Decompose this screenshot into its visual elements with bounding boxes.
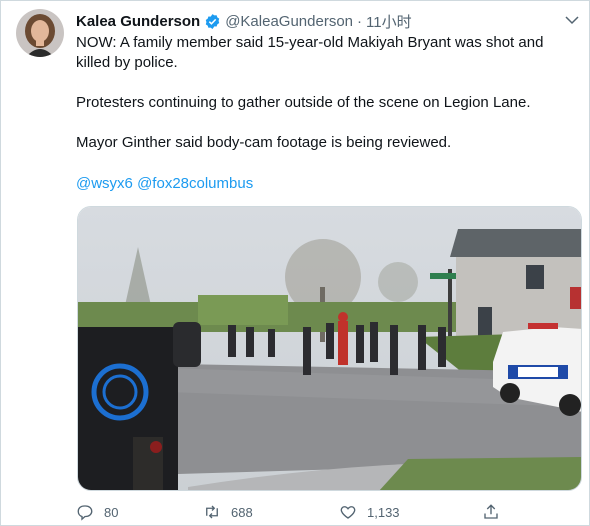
tweet-mentions: @wsyx6 @fox28columbus <box>76 174 253 194</box>
author-name[interactable]: Kalea Gunderson <box>76 13 200 30</box>
reply-count: 80 <box>104 504 119 520</box>
heart-icon <box>340 506 356 519</box>
like-count: 1,133 <box>367 504 400 520</box>
share-icon <box>484 504 498 519</box>
mention-link[interactable]: @wsyx6 <box>76 175 133 192</box>
verified-badge-icon <box>205 13 220 29</box>
reply-button[interactable]: 80 <box>76 503 118 521</box>
tweet-paragraph-1: NOW: A family member said 15-year-old Ma… <box>76 34 544 71</box>
retweet-count: 688 <box>231 504 253 520</box>
tweet-actions: 80 688 1,133 <box>76 501 506 525</box>
reply-icon <box>77 505 93 521</box>
tweet-timestamp[interactable]: 11小时 <box>366 11 412 32</box>
avatar-image <box>16 9 64 57</box>
like-button[interactable]: 1,133 <box>339 503 400 521</box>
media-image <box>78 207 581 490</box>
retweet-icon <box>206 505 218 519</box>
tweet-card[interactable]: Kalea Gunderson @KaleaGunderson · 11小时 N… <box>0 0 590 526</box>
tweet-paragraph-2: Protesters continuing to gather outside … <box>76 94 531 111</box>
share-button[interactable] <box>482 503 510 521</box>
tweet-media[interactable] <box>77 206 582 491</box>
chevron-down-icon[interactable] <box>563 11 581 29</box>
retweet-button[interactable]: 688 <box>203 503 253 521</box>
tweet-paragraph-3: Mayor Ginther said body-cam footage is b… <box>76 134 452 151</box>
header-separator: · <box>357 12 363 30</box>
mention-link[interactable]: @fox28columbus <box>137 175 253 192</box>
author-handle[interactable]: @KaleaGunderson <box>225 13 353 30</box>
avatar[interactable] <box>16 9 64 57</box>
tweet-header: Kalea Gunderson @KaleaGunderson · 11小时 <box>76 11 412 31</box>
